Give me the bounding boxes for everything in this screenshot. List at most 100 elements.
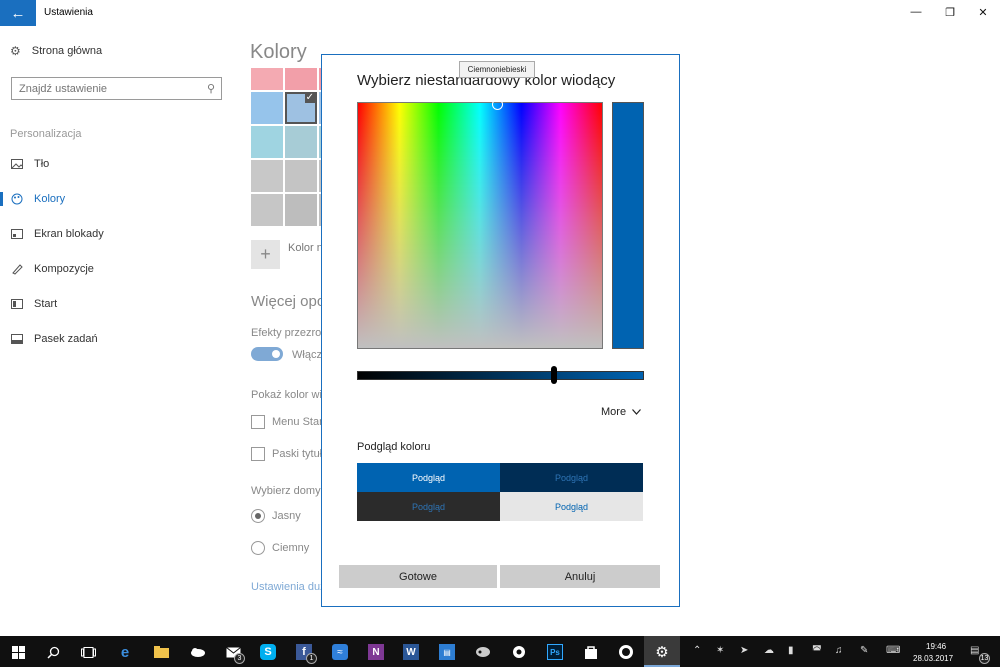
- spectrum-picker[interactable]: [492, 99, 503, 110]
- settings-icon[interactable]: ⚙: [651, 641, 673, 663]
- telegram-icon[interactable]: ➤: [740, 645, 748, 656]
- minimize-button[interactable]: —: [901, 3, 931, 21]
- search-icon[interactable]: [42, 641, 64, 663]
- color-swatch[interactable]: ✓: [285, 92, 317, 124]
- toggle-label: Włącz: [292, 349, 322, 361]
- mail-badge: 3: [234, 653, 245, 664]
- start-menu-checkbox[interactable]: [251, 415, 265, 429]
- color-swatch[interactable]: [285, 68, 317, 90]
- arrow-left-icon: ←: [10, 4, 26, 22]
- sidebar-item-pasek-zadan[interactable]: Pasek zadań: [10, 333, 98, 345]
- active-indicator: [0, 192, 3, 206]
- restore-button[interactable]: ❐: [935, 3, 965, 21]
- more-label: More: [601, 406, 627, 418]
- search-box[interactable]: ⚲: [11, 77, 222, 100]
- file-explorer-icon[interactable]: [150, 641, 172, 663]
- transparency-toggle[interactable]: [251, 347, 283, 361]
- bluetooth-icon[interactable]: ✶: [716, 645, 724, 656]
- sidebar-item-kompozycje[interactable]: Kompozycje: [10, 263, 94, 275]
- search-input[interactable]: [12, 78, 192, 99]
- minimize-icon: —: [910, 6, 922, 18]
- preview-tile: Podgląd: [357, 492, 500, 521]
- windows-start-icon[interactable]: [7, 641, 29, 663]
- title-bar: ← Ustawienia — ❐ ✕: [0, 0, 1000, 26]
- selected-color-preview: [612, 102, 644, 349]
- edge-icon[interactable]: e: [114, 641, 136, 663]
- sidebar-item-tlo[interactable]: Tło: [10, 158, 49, 170]
- sidebar-item-label: Tło: [34, 158, 50, 170]
- whatsapp-icon[interactable]: [615, 641, 637, 663]
- game-icon[interactable]: [472, 641, 494, 663]
- start-menu-checkbox-label: Menu Star: [272, 416, 323, 428]
- contrast-settings-link[interactable]: Ustawienia duż: [251, 581, 326, 593]
- add-custom-color-button[interactable]: +: [251, 240, 280, 269]
- task-view-icon[interactable]: [77, 641, 99, 663]
- messenger-icon[interactable]: ≈: [329, 641, 351, 663]
- sidebar-item-label: Ekran blokady: [34, 228, 104, 240]
- light-radio[interactable]: [251, 509, 265, 523]
- sidebar-item-kolory[interactable]: Kolory: [10, 193, 65, 205]
- brightness-slider-thumb[interactable]: [551, 366, 557, 384]
- pen-icon[interactable]: ✎: [860, 645, 868, 656]
- taskbar-icon: [10, 333, 23, 345]
- sidebar-item-label: Kolory: [34, 193, 66, 205]
- preview-heading: Podgląd koloru: [357, 441, 431, 453]
- color-swatch[interactable]: [285, 126, 317, 158]
- color-picker-dialog: Wybierz niestandardowy kolor wiodący Mor…: [321, 54, 680, 607]
- store-icon[interactable]: [580, 641, 602, 663]
- keyboard-icon[interactable]: ⌨: [886, 645, 900, 656]
- title-bars-checkbox-label: Paski tytuł: [272, 448, 323, 460]
- color-swatch[interactable]: [285, 160, 317, 192]
- clock-time[interactable]: 19:46: [926, 642, 946, 651]
- back-button[interactable]: ←: [0, 0, 36, 26]
- title-bars-checkbox[interactable]: [251, 447, 265, 461]
- news-icon[interactable]: ▤: [436, 641, 458, 663]
- cancel-button[interactable]: Anuluj: [500, 565, 660, 588]
- battery-icon[interactable]: ▮: [788, 645, 794, 656]
- color-swatch[interactable]: [285, 194, 317, 226]
- clock-date[interactable]: 28.03.2017: [913, 654, 953, 663]
- color-spectrum[interactable]: [357, 102, 603, 349]
- more-button[interactable]: More: [601, 406, 642, 418]
- color-swatch[interactable]: [251, 92, 283, 124]
- color-swatch[interactable]: [251, 126, 283, 158]
- notification-count: 13: [979, 653, 990, 664]
- dark-radio-label: Ciemny: [272, 542, 310, 554]
- word-icon[interactable]: W: [400, 641, 422, 663]
- color-swatch[interactable]: [251, 68, 283, 90]
- sidebar-item-start[interactable]: Start: [10, 298, 57, 310]
- image-icon: [10, 158, 23, 170]
- lock-screen-icon: [10, 228, 23, 240]
- skype-icon[interactable]: S: [257, 641, 279, 663]
- sidebar-item-label: Kompozycje: [34, 263, 94, 275]
- onedrive-icon[interactable]: [186, 641, 208, 663]
- facebook-badge: 1: [306, 653, 317, 664]
- volume-icon[interactable]: ♫: [835, 645, 843, 656]
- chevron-down-icon: [632, 406, 642, 418]
- close-button[interactable]: ✕: [968, 3, 998, 21]
- wifi-icon[interactable]: ◚: [812, 645, 822, 656]
- color-swatch[interactable]: [251, 160, 283, 192]
- dark-radio[interactable]: [251, 541, 265, 555]
- onenote-icon[interactable]: N: [365, 641, 387, 663]
- light-radio-label: Jasny: [272, 510, 301, 522]
- show-color-label: Pokaż kolor wi: [251, 389, 322, 401]
- sidebar-item-label: Pasek zadań: [34, 333, 98, 345]
- palette-icon: [10, 193, 23, 205]
- chevron-up-icon[interactable]: ⌃: [693, 645, 701, 656]
- more-options-heading: Więcej opc: [251, 293, 325, 310]
- sidebar-item-ekran-blokady[interactable]: Ekran blokady: [10, 228, 104, 240]
- custom-color-label[interactable]: Kolor n: [288, 242, 323, 254]
- brightness-slider[interactable]: [357, 371, 644, 380]
- sidebar-home-label: Strona główna: [31, 45, 103, 57]
- done-button[interactable]: Gotowe: [339, 565, 497, 588]
- cloud-icon[interactable]: ☁: [764, 645, 774, 656]
- bitwarden-icon[interactable]: [508, 641, 530, 663]
- color-swatch[interactable]: [251, 194, 283, 226]
- notification-center-icon[interactable]: ▤: [970, 645, 979, 656]
- start-icon: [10, 298, 23, 310]
- sidebar-home[interactable]: ⚙ Strona główna: [10, 44, 102, 58]
- sidebar-item-label: Start: [34, 298, 58, 310]
- photoshop-icon[interactable]: Ps: [544, 641, 566, 663]
- transparency-label: Efekty przezro: [251, 327, 322, 339]
